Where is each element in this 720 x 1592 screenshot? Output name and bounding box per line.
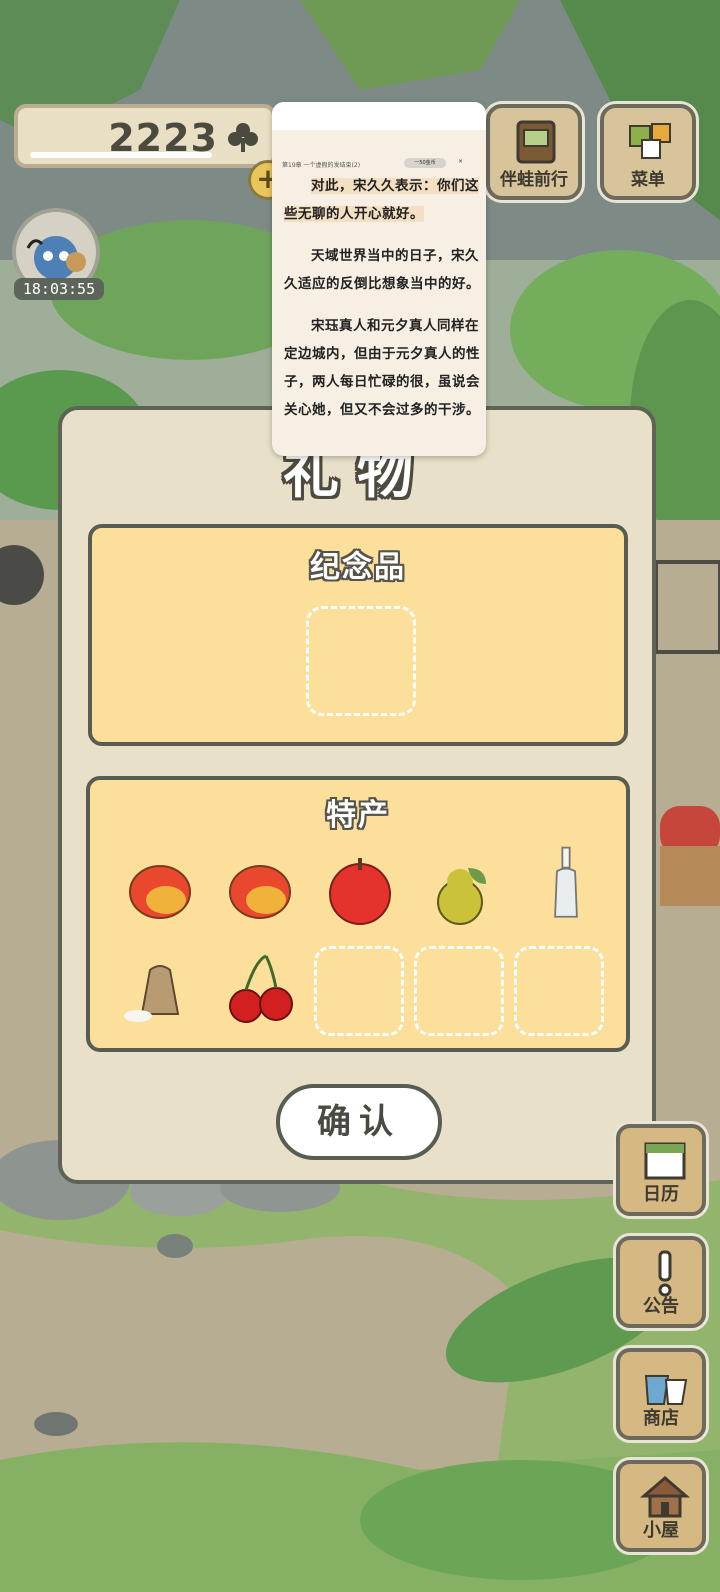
specialty-slot-empty[interactable] <box>314 946 404 1036</box>
album-icon <box>516 120 556 164</box>
notice-label: 公告 <box>643 1296 679 1317</box>
travel-label: 伴蛙前行 <box>500 170 568 190</box>
shopping-bags-icon <box>644 1375 688 1405</box>
reader-paragraph: 天域世界当中的日子，宋久久适应的反倒比想象当中的好。 <box>284 248 480 292</box>
calendar-icon <box>644 1142 686 1180</box>
specialty-slot-empty[interactable] <box>514 946 604 1036</box>
mango-icon[interactable] <box>120 850 200 930</box>
house-label: 小屋 <box>643 1520 679 1541</box>
cherries-icon[interactable] <box>220 950 300 1030</box>
house-icon <box>640 1476 690 1518</box>
reader-paragraph: 宋珏真人和元夕真人同样在定边城内，但由于元夕真人的性子，两人每日忙碌的很，虽说会… <box>284 318 480 418</box>
reader-overlay-window[interactable]: 第19章 一个虚假的发结束(2) 一50金币 × 对此，宋久久表示：你们这些无聊… <box>272 102 486 456</box>
reader-text: 对此，宋久久表示：你们这些无聊的人开心就好。 天域世界当中的日子，宋久久适应的反… <box>284 172 480 438</box>
countdown-timer: 18:03:55 <box>14 278 104 300</box>
menu-cards-icon <box>629 123 671 159</box>
rice-sack-icon[interactable] <box>120 950 200 1030</box>
reader-top-bar <box>272 102 486 130</box>
apple-icon[interactable] <box>320 850 400 930</box>
specialty-slot-empty[interactable] <box>414 946 504 1036</box>
calendar-label: 日历 <box>643 1184 679 1205</box>
souvenir-title: 纪念品 <box>310 550 406 585</box>
specialty-panel: 特产 <box>86 776 630 1052</box>
souvenir-panel: 纪念品 <box>88 524 628 746</box>
pear-icon[interactable] <box>424 850 504 930</box>
gift-dialog: 礼物 纪念品 特产 <box>58 406 656 1184</box>
specialty-title: 特产 <box>326 798 390 833</box>
mango-icon[interactable] <box>220 850 300 930</box>
calendar-button[interactable]: 日历 <box>616 1124 706 1216</box>
reader-chapter-title: 第19章 一个虚假的发结束(2) <box>282 162 361 169</box>
house-button[interactable]: 小屋 <box>616 1460 706 1552</box>
counter-progress-bar <box>30 152 212 158</box>
reader-close-icon[interactable]: × <box>458 158 463 165</box>
clover-counter: 2223 <box>14 104 276 168</box>
shop-label: 商店 <box>643 1408 679 1429</box>
travel-with-frog-button[interactable]: 伴蛙前行 <box>486 104 582 200</box>
glass-bottle-icon[interactable] <box>526 844 606 924</box>
shop-button[interactable]: 商店 <box>616 1348 706 1440</box>
reader-coin-pill[interactable]: 一50金币 <box>404 158 446 168</box>
menu-button[interactable]: 菜单 <box>600 104 696 200</box>
notice-button[interactable]: 公告 <box>616 1236 706 1328</box>
menu-label: 菜单 <box>631 170 665 190</box>
exclamation-icon <box>658 1250 672 1297</box>
reader-paragraph: 对此，宋久久表示：你们这些无聊的人开心就好。 <box>284 178 479 222</box>
clover-icon <box>228 123 258 152</box>
confirm-button[interactable]: 确认 <box>276 1084 442 1160</box>
souvenir-slot[interactable] <box>306 606 416 716</box>
